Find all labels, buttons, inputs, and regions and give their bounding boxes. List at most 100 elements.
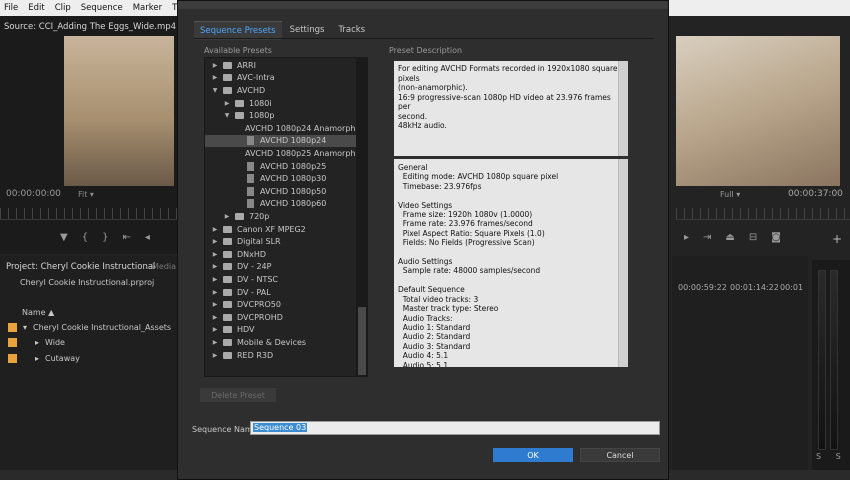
preset-file-icon (247, 186, 254, 196)
step-forward-icon[interactable]: ▸ (684, 232, 689, 243)
folder-icon (223, 275, 232, 283)
chevron-right-icon[interactable]: ▶ (211, 301, 219, 308)
source-title: Source: CCI_Adding The Eggs_Wide.mp4 (4, 22, 177, 32)
preset-label: RED R3D (237, 350, 274, 360)
go-to-in-icon[interactable]: ⇤ (122, 232, 130, 243)
chevron-down-icon[interactable]: ▾ (23, 323, 27, 332)
folder-icon (223, 225, 232, 233)
ok-button[interactable]: OK (493, 448, 573, 462)
preset-folder[interactable]: ▶ DV - 24P (205, 261, 357, 274)
chevron-right-icon[interactable]: ▶ (211, 352, 219, 359)
preset-folder[interactable]: ▶ ARRI (205, 59, 357, 72)
preset-folder[interactable]: ▶ Canon XF MPEG2 (205, 223, 357, 236)
go-to-out-icon[interactable]: ⇥ (703, 232, 711, 243)
project-file-name: Cheryl Cookie Instructional.prproj (20, 278, 155, 287)
chevron-right-icon[interactable]: ▶ (211, 326, 219, 333)
chevron-right-icon[interactable]: ▶ (211, 62, 219, 69)
preset-folder[interactable]: ▶ Digital SLR (205, 235, 357, 248)
preset-label: Digital SLR (237, 237, 281, 247)
step-back-icon[interactable]: ◂ (145, 232, 150, 243)
camera-icon[interactable]: ◙ (771, 232, 781, 243)
program-transport-controls: ▸ ⇥ ⏏ ⊟ ◙ (684, 232, 781, 243)
preset-folder[interactable]: ▶ DVCPRO50 (205, 298, 357, 311)
preset-label: ARRI (237, 60, 256, 70)
chevron-right-icon[interactable]: ▶ (211, 226, 219, 233)
program-time-ruler[interactable] (676, 208, 850, 220)
preset-folder[interactable]: ▶ 1080i (205, 97, 357, 110)
source-fit-dropdown[interactable]: Fit ▾ (78, 190, 94, 199)
list-item[interactable]: ▸ Cutaway (0, 351, 178, 365)
mark-out-icon[interactable]: } (102, 232, 108, 243)
folder-icon (235, 99, 244, 107)
name-column-header[interactable]: Name ▲ (22, 308, 54, 317)
preset-folder[interactable]: ▶ Mobile & Devices (205, 336, 357, 349)
chevron-right-icon[interactable]: ▶ (211, 263, 219, 270)
list-item[interactable]: ▾ Cheryl Cookie Instructional_Assets (0, 320, 178, 334)
chevron-right-icon[interactable]: ▶ (211, 74, 219, 81)
summary-scrollbar[interactable] (618, 159, 628, 367)
extract-icon[interactable]: ⊟ (749, 232, 757, 243)
preset-folder[interactable]: ▶ HDV (205, 324, 357, 337)
menu-edit[interactable]: Edit (28, 3, 44, 13)
cancel-button[interactable]: Cancel (580, 448, 660, 462)
preset-label: AVCHD (237, 85, 266, 95)
mark-in-icon[interactable]: { (82, 232, 88, 243)
chevron-right-icon[interactable]: ▶ (223, 213, 231, 220)
list-item[interactable]: ▸ Wide (0, 335, 178, 349)
add-button-icon[interactable]: + (832, 232, 842, 246)
preset-folder[interactable]: ▼ AVCHD (205, 84, 357, 97)
preset-folder[interactable]: ▼ 1080p (205, 109, 357, 122)
preset-folder[interactable]: ▶ 720p (205, 210, 357, 223)
preset-item[interactable]: AVCHD 1080p25 Anamorphic (205, 147, 362, 160)
preset-folder[interactable]: ▶ DV - PAL (205, 286, 357, 299)
preset-label: DV - 24P (237, 262, 272, 272)
program-resolution-dropdown[interactable]: Full ▾ (720, 190, 740, 199)
chevron-right-icon[interactable]: ▶ (223, 100, 231, 107)
folder-icon (235, 112, 244, 120)
source-video-frame (64, 36, 174, 186)
dialog-title-bar[interactable] (178, 1, 668, 9)
tree-scrollbar-thumb[interactable] (358, 307, 366, 375)
preset-folder[interactable]: ▶ DNxHD (205, 248, 357, 261)
chevron-right-icon[interactable]: ▶ (211, 238, 219, 245)
menu-clip[interactable]: Clip (55, 3, 71, 13)
chevron-right-icon[interactable]: ▶ (211, 251, 219, 258)
chevron-down-icon[interactable]: ▼ (223, 112, 231, 119)
preset-item[interactable]: AVCHD 1080p60 (205, 198, 357, 211)
preset-item[interactable]: AVCHD 1080p25 (205, 160, 357, 173)
tab-media[interactable]: Media (152, 262, 176, 271)
preset-item[interactable]: AVCHD 1080p24 Anamorphic (205, 122, 362, 135)
menu-marker[interactable]: Marker (133, 3, 162, 13)
lift-icon[interactable]: ⏏ (725, 232, 734, 243)
chevron-right-icon[interactable]: ▸ (35, 354, 39, 363)
marker-icon[interactable]: ▼ (60, 232, 68, 243)
sequence-name-value[interactable]: Sequence 03 (253, 423, 308, 432)
source-time-ruler[interactable] (0, 208, 178, 220)
menu-file[interactable]: File (4, 3, 18, 13)
label-color-swatch (8, 322, 17, 332)
chevron-right-icon[interactable]: ▶ (211, 276, 219, 283)
folder-icon (223, 351, 232, 359)
menu-sequence[interactable]: Sequence (81, 3, 123, 13)
preset-item[interactable]: AVCHD 1080p50 (205, 185, 357, 198)
folder-icon (223, 301, 232, 309)
preset-folder[interactable]: ▶ DV - NTSC (205, 273, 357, 286)
chevron-down-icon[interactable]: ▼ (211, 87, 219, 94)
preset-item[interactable]: AVCHD 1080p30 (205, 172, 357, 185)
tab-project[interactable]: Project: Cheryl Cookie Instructional (6, 262, 155, 272)
solo-buttons[interactable]: S S (816, 452, 847, 461)
description-scrollbar[interactable] (618, 61, 628, 156)
chevron-right-icon[interactable]: ▸ (35, 338, 39, 347)
chevron-right-icon[interactable]: ▶ (211, 339, 219, 346)
sequence-name-input[interactable]: Sequence 03 (250, 421, 660, 435)
preset-label: 720p (249, 211, 270, 221)
preset-label: HDV (237, 325, 255, 335)
preset-folder[interactable]: ▶ RED R3D (205, 349, 357, 362)
chevron-right-icon[interactable]: ▶ (211, 289, 219, 296)
delete-preset-button[interactable]: Delete Preset (200, 388, 276, 402)
tab-divider (194, 38, 654, 39)
preset-folder[interactable]: ▶ DVCPROHD (205, 311, 357, 324)
preset-folder[interactable]: ▶ AVC-Intra (205, 72, 357, 85)
preset-item[interactable]: AVCHD 1080p24 (205, 134, 357, 148)
chevron-right-icon[interactable]: ▶ (211, 314, 219, 321)
